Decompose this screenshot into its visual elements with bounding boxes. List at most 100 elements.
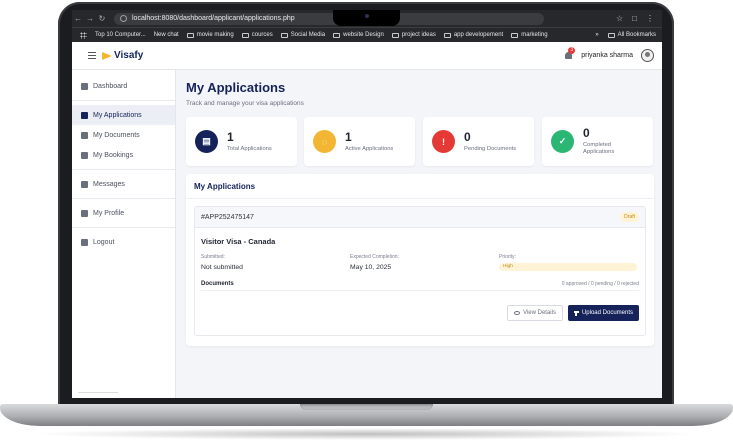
stat-card-total: ▤ 1 Total Applications: [186, 117, 297, 166]
extensions-icon[interactable]: □: [632, 14, 637, 23]
header-user-area: 3 priyanka sharma: [564, 47, 662, 62]
bookmark-item[interactable]: app developement: [443, 32, 503, 38]
stat-label: Total Applications: [227, 145, 272, 152]
calendar-icon: [81, 151, 88, 159]
visa-title: Visitor Visa - Canada: [201, 237, 276, 246]
sidebar-item-my-documents[interactable]: My Documents: [72, 125, 175, 145]
alert-icon: !: [432, 130, 455, 153]
documents-label: Documents: [201, 280, 234, 287]
address-bar[interactable]: localhost:8080/dashboard/applicant/appli…: [114, 12, 544, 25]
sidebar-item-logout[interactable]: Logout: [72, 232, 175, 252]
stat-card-pending: ! 0 Pending Documents: [423, 117, 534, 166]
notification-bell-icon[interactable]: 3: [564, 47, 576, 60]
stat-label: Pending Documents: [464, 145, 517, 152]
logout-icon: [81, 238, 88, 246]
envelope-icon: [81, 180, 88, 188]
bookmark-item[interactable]: project ideas: [391, 32, 436, 38]
sidebar-divider: [72, 227, 175, 228]
card-actions: View Details Upload Documents: [507, 305, 639, 321]
stat-value: 0: [583, 126, 590, 140]
folder-icon: [186, 32, 194, 38]
camera-notch: [333, 10, 400, 26]
submitted-field: Submitted: Not submitted: [201, 254, 243, 271]
documents-counts: 0 approved / 0 pending / 0 rejected: [561, 280, 639, 287]
application-card-header: #APP252475147 Draft: [195, 207, 645, 228]
view-details-button[interactable]: View Details: [507, 305, 563, 321]
user-name[interactable]: priyanka sharma: [581, 52, 633, 59]
sidebar-footer: [78, 392, 118, 398]
bookmark-item[interactable]: New chat: [154, 32, 179, 38]
status-badge: Draft: [620, 212, 639, 222]
forward-icon[interactable]: →: [84, 14, 96, 23]
folder-icon: [511, 32, 519, 38]
logo[interactable]: Visafy: [102, 50, 143, 61]
camera-icon: [365, 14, 369, 18]
bookmark-item[interactable]: website Design: [333, 32, 384, 38]
back-icon[interactable]: ←: [72, 14, 84, 23]
site-info-icon[interactable]: [120, 15, 127, 22]
sidebar-item-my-applications[interactable]: My Applications: [72, 105, 175, 125]
home-icon: [81, 82, 88, 90]
app-header: Visafy 3 priyanka sharma: [72, 42, 662, 70]
check-icon: ✓: [551, 130, 574, 153]
logo-plane-icon: [102, 51, 112, 60]
user-icon: [81, 209, 88, 217]
star-icon[interactable]: ☆: [616, 14, 623, 23]
panel-title: My Applications: [194, 182, 256, 191]
browser-actions: ☆ □ ⋮: [616, 14, 662, 23]
sidebar-divider: [72, 169, 175, 170]
priority-badge: High: [499, 263, 637, 271]
applications-panel: My Applications #APP252475147 Draft Visi…: [186, 174, 654, 346]
stat-card-completed: ✓ 0 Completed Applications: [542, 117, 653, 166]
document-icon: [81, 131, 88, 139]
notification-badge: 3: [568, 47, 576, 54]
folder-icon: [443, 32, 451, 38]
stat-value: 1: [345, 129, 352, 144]
panel-divider: [186, 198, 654, 199]
all-bookmarks[interactable]: » All Bookmarks: [595, 32, 662, 38]
stat-label: Active Applications: [345, 145, 394, 152]
stat-value: 1: [227, 129, 234, 144]
upload-documents-button[interactable]: Upload Documents: [567, 305, 639, 321]
folder-icon: [607, 32, 615, 38]
laptop-groove: [300, 404, 433, 410]
page-subtitle: Track and manage your visa applications: [186, 100, 304, 107]
laptop-shadow: [30, 428, 703, 440]
folder-icon: [391, 32, 399, 38]
documents-row: Documents 0 approved / 0 pending / 0 rej…: [201, 277, 639, 291]
folder-icon: [241, 32, 249, 38]
bookmark-item[interactable]: movie making: [186, 32, 234, 38]
folder-icon: [333, 32, 341, 38]
page-title: My Applications: [186, 80, 286, 95]
file-icon: ▤: [195, 130, 218, 153]
avatar[interactable]: [641, 49, 654, 62]
bookmark-item[interactable]: Top 10 Computer...: [95, 32, 146, 38]
screen: ← → ↻ localhost:8080/dashboard/applicant…: [72, 10, 662, 398]
bookmark-item[interactable]: cources: [241, 32, 273, 38]
stat-label: Completed Applications: [583, 142, 615, 155]
spinner-icon: ◌: [313, 130, 336, 153]
sidebar-item-my-bookings[interactable]: My Bookings: [72, 145, 175, 165]
eye-icon: [514, 311, 521, 315]
upload-icon: [573, 310, 579, 316]
file-icon: [81, 111, 88, 119]
folder-icon: [280, 32, 288, 38]
sidebar-item-dashboard[interactable]: Dashboard: [72, 76, 175, 96]
bookmark-item[interactable]: Social Media: [280, 32, 325, 38]
menu-toggle-icon[interactable]: [88, 52, 96, 59]
completion-field: Expected Completion: May 10, 2025: [350, 254, 399, 271]
application-id: #APP252475147: [201, 213, 254, 221]
sidebar-item-my-profile[interactable]: My Profile: [72, 203, 175, 223]
apps-grid-icon[interactable]: [80, 31, 87, 39]
sidebar-divider: [72, 100, 175, 101]
bookmark-item[interactable]: marketing: [511, 32, 548, 38]
reload-icon[interactable]: ↻: [96, 14, 108, 23]
priority-field: Priority: High: [499, 254, 637, 271]
url-text: localhost:8080/dashboard/applicant/appli…: [132, 15, 295, 22]
menu-dots-icon[interactable]: ⋮: [646, 14, 654, 23]
bookmarks-bar: Top 10 Computer... New chat movie making…: [72, 27, 662, 42]
application-card: #APP252475147 Draft Visitor Visa - Canad…: [194, 206, 646, 336]
sidebar-item-messages[interactable]: Messages: [72, 174, 175, 194]
main-content: My Applications Track and manage your vi…: [176, 70, 662, 398]
stat-card-active: ◌ 1 Active Applications: [304, 117, 415, 166]
